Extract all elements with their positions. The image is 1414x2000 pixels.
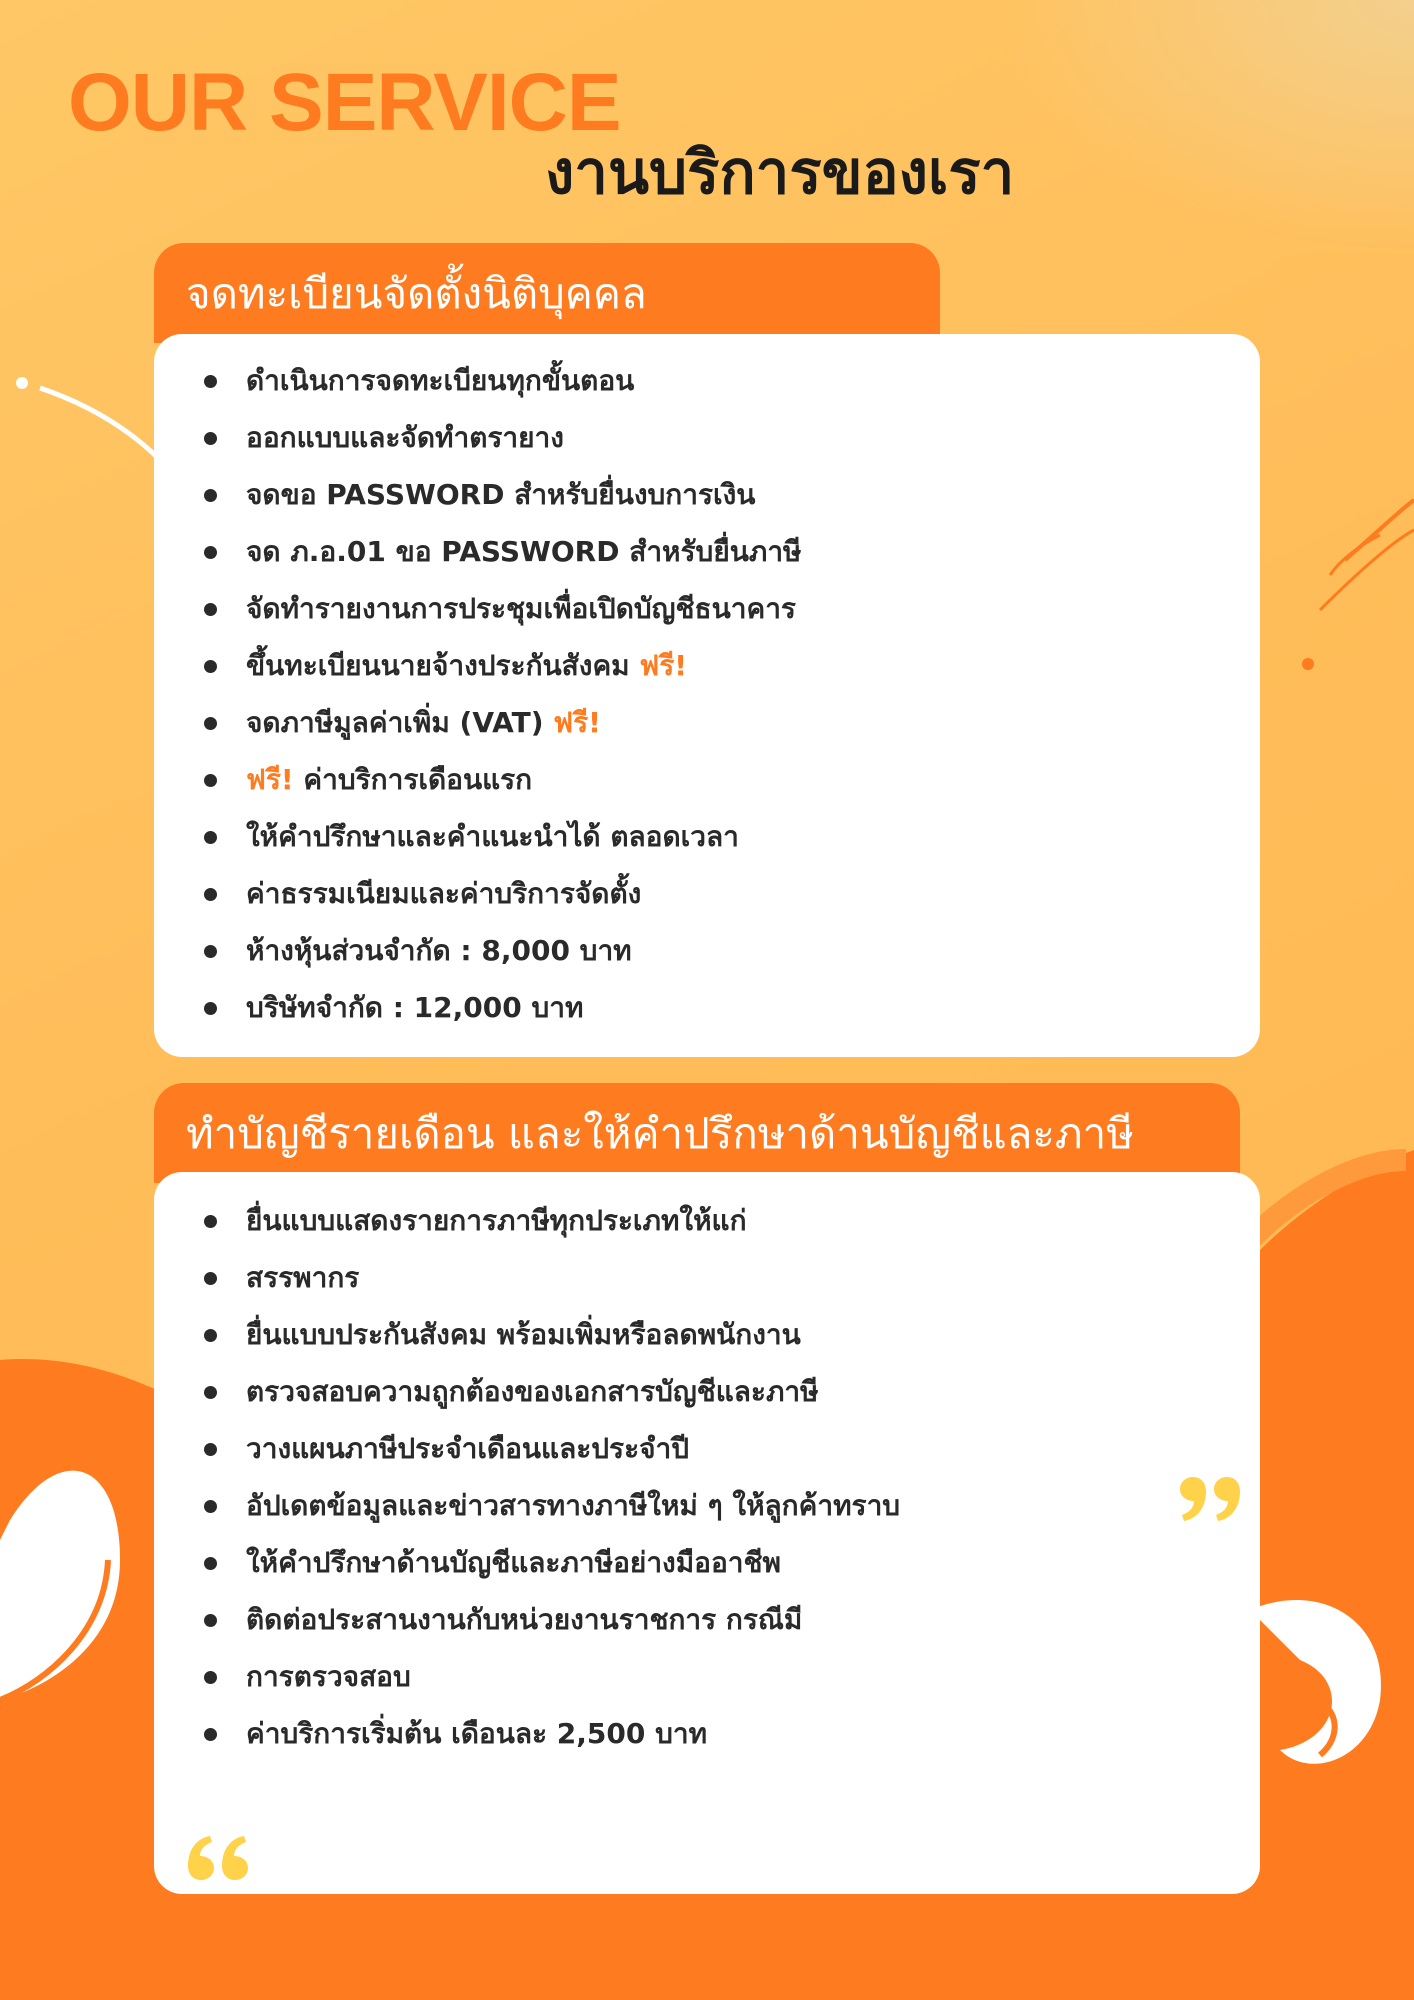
page-title-en: OUR SERVICE <box>68 57 622 148</box>
bullet-icon <box>204 717 217 730</box>
list-item: ตรวจสอบความถูกต้องของเอกสารบัญชีและภาษี <box>204 1369 1260 1426</box>
list-item: จัดทำรายงานการประชุมเพื่อเปิดบัญชีธนาคาร <box>204 586 1260 643</box>
close-quote-icon <box>1180 1477 1240 1521</box>
list-item: ให้คำปรึกษาและคำแนะนำได้ ตลอดเวลา <box>204 814 1260 871</box>
bullet-icon <box>204 660 217 673</box>
bullet-icon <box>204 1557 217 1570</box>
bullet-icon <box>204 603 217 616</box>
list-item: ขึ้นทะเบียนนายจ้างประกันสังคม ฟรี! <box>204 643 1260 700</box>
bullet-icon <box>204 1443 217 1456</box>
list-item: ดำเนินการจดทะเบียนทุกขั้นตอน <box>204 358 1260 415</box>
bullet-icon <box>204 432 217 445</box>
bullet-icon <box>204 1614 217 1627</box>
section1-list: ดำเนินการจดทะเบียนทุกขั้นตอน ออกแบบและจั… <box>204 358 1260 1042</box>
list-item: ห้างหุ้นส่วนจำกัด : 8,000 บาท <box>204 928 1260 985</box>
list-item: ค่าธรรมเนียมและค่าบริการจัดตั้ง <box>204 871 1260 928</box>
bullet-icon <box>204 1272 217 1285</box>
right-dot <box>1302 658 1314 670</box>
bullet-icon <box>204 1002 217 1015</box>
bullet-icon <box>204 1671 217 1684</box>
section1-card: ดำเนินการจดทะเบียนทุกขั้นตอน ออกแบบและจั… <box>154 334 1260 1057</box>
bullet-icon <box>204 1500 217 1513</box>
list-item: ออกแบบและจัดทำตรายาง <box>204 415 1260 472</box>
section2-tab: ทำบัญชีรายเดือน และให้คำปรึกษาด้านบัญชีแ… <box>154 1083 1240 1183</box>
list-item: อัปเดตข้อมูลและข่าวสารทางภาษีใหม่ ๆ ให้ล… <box>204 1483 1260 1540</box>
bullet-icon <box>204 831 217 844</box>
bullet-icon <box>204 1386 217 1399</box>
section2-title: ทำบัญชีรายเดือน และให้คำปรึกษาด้านบัญชีแ… <box>186 1109 1134 1158</box>
list-item: บริษัทจำกัด : 12,000 บาท <box>204 985 1260 1042</box>
section2-list: ยื่นแบบแสดงรายการภาษีทุกประเภทให้แก่ สรร… <box>204 1198 1260 1768</box>
free-badge: ฟรี! <box>639 649 688 682</box>
right-line-3 <box>1328 533 1381 576</box>
bullet-icon <box>204 489 217 502</box>
list-item: ยื่นแบบแสดงรายการภาษีทุกประเภทให้แก่ <box>204 1198 1260 1255</box>
list-item: ติดต่อประสานงานกับหน่วยงานราชการ กรณีมี <box>204 1597 1260 1654</box>
list-item: ให้คำปรึกษาด้านบัญชีและภาษีอย่างมืออาชีพ <box>204 1540 1260 1597</box>
section1-tab: จดทะเบียนจัดตั้งนิติบุคคล <box>154 243 940 343</box>
list-item: ค่าบริการเริ่มต้น เดือนละ 2,500 บาท <box>204 1711 1260 1768</box>
list-item: จด ภ.อ.01 ขอ PASSWORD สำหรับยื่นภาษี <box>204 529 1260 586</box>
bullet-icon <box>204 888 217 901</box>
list-item: ฟรี! ค่าบริการเดือนแรก <box>204 757 1260 814</box>
section1-title: จดทะเบียนจัดตั้งนิติบุคคล <box>186 269 647 318</box>
list-item: การตรวจสอบ <box>204 1654 1260 1711</box>
page-title-th: งานบริการของเรา <box>545 138 1015 208</box>
bullet-icon <box>204 1728 217 1741</box>
section2-card: ยื่นแบบแสดงรายการภาษีทุกประเภทให้แก่ สรร… <box>154 1172 1260 1894</box>
bullet-icon <box>204 945 217 958</box>
list-item: สรรพากร <box>204 1255 1260 1312</box>
bullet-icon <box>204 546 217 559</box>
list-item: จดขอ PASSWORD สำหรับยื่นงบการเงิน <box>204 472 1260 529</box>
bullet-icon <box>204 1329 217 1342</box>
bullet-icon <box>204 774 217 787</box>
left-line <box>39 385 162 462</box>
open-quote-icon <box>188 1836 248 1880</box>
free-badge: ฟรี! <box>553 706 601 739</box>
left-dot <box>16 377 28 389</box>
bullet-icon <box>204 375 217 388</box>
free-badge: ฟรี! <box>246 763 294 796</box>
list-item: ยื่นแบบประกันสังคม พร้อมเพิ่มหรือลดพนักง… <box>204 1312 1260 1369</box>
bullet-icon <box>204 1215 217 1228</box>
list-item: วางแผนภาษีประจำเดือนและประจำปี <box>204 1426 1260 1483</box>
list-item: จดภาษีมูลค่าเพิ่ม (VAT) ฟรี! <box>204 700 1260 757</box>
